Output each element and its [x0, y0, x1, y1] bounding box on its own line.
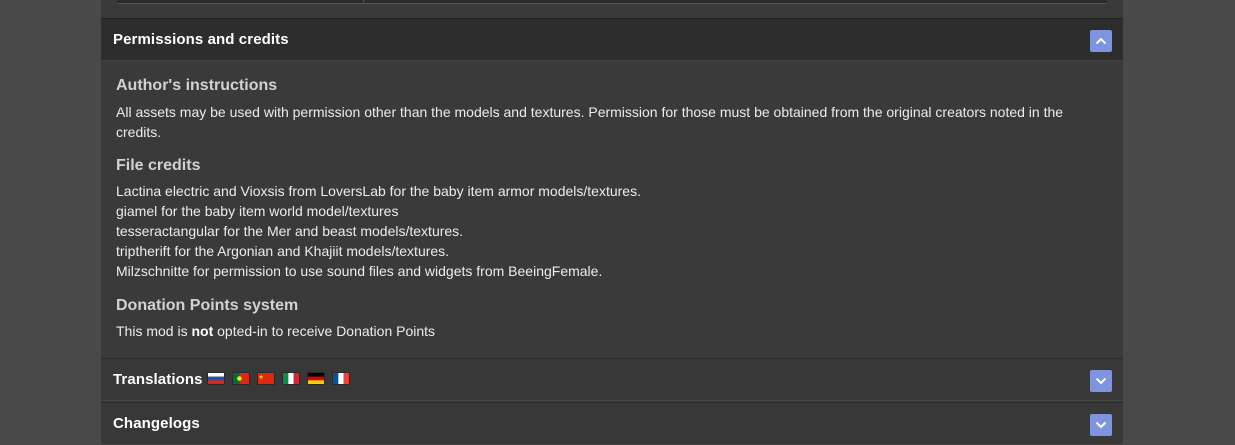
file-credits-heading: File credits [116, 157, 201, 174]
mod-page-panel: Permissions and credits Author's instruc… [101, 0, 1123, 445]
authors-instructions-text: All assets may be used with permission o… [116, 104, 1064, 140]
donation-text-end: opted-in to receive Donation Points [213, 323, 436, 339]
permissions-section-title: Permissions and credits [113, 31, 289, 48]
changelogs-section-header[interactable]: Changelogs [101, 402, 1123, 445]
france-flag-icon[interactable] [333, 373, 349, 384]
donation-points-text: This mod is not opted-in to receive Dona… [116, 321, 1106, 341]
credit-line: tesseractangular for the Mer and beast m… [116, 223, 464, 239]
chevron-down-icon [1095, 377, 1107, 385]
italy-flag-icon[interactable] [283, 373, 299, 384]
authors-instructions-heading: Author's instructions [116, 77, 278, 94]
credit-line: giamel for the baby item world model/tex… [116, 203, 399, 219]
portugal-flag-icon[interactable] [233, 373, 249, 384]
donation-text-emphasis: not [191, 323, 214, 339]
credit-line: triptherift for the Argonian and Khajiit… [116, 243, 450, 259]
previous-section-bottom-edge [117, 0, 1107, 4]
collapse-permissions-button[interactable] [1090, 30, 1112, 52]
expand-translations-button[interactable] [1090, 370, 1112, 392]
translations-section-title: Translations [113, 371, 203, 388]
translations-section-header[interactable]: Translations [101, 358, 1123, 401]
chevron-up-icon [1095, 37, 1107, 45]
file-credits-list: Lactina electric and Vioxsis from Lovers… [116, 181, 1106, 281]
changelogs-section-title: Changelogs [113, 415, 200, 432]
chevron-down-icon [1095, 421, 1107, 429]
expand-changelogs-button[interactable] [1090, 414, 1112, 436]
russia-flag-icon[interactable] [208, 373, 224, 384]
permissions-section-header[interactable]: Permissions and credits [101, 18, 1123, 61]
donation-text-start: This mod is [116, 323, 192, 339]
credit-line: Lactina electric and Vioxsis from Lovers… [116, 183, 641, 199]
germany-flag-icon[interactable] [308, 373, 324, 384]
translation-flags [208, 373, 349, 384]
donation-points-heading: Donation Points system [116, 297, 299, 314]
china-flag-icon[interactable] [258, 373, 274, 384]
credit-line: Milzschnitte for permission to use sound… [116, 263, 603, 279]
